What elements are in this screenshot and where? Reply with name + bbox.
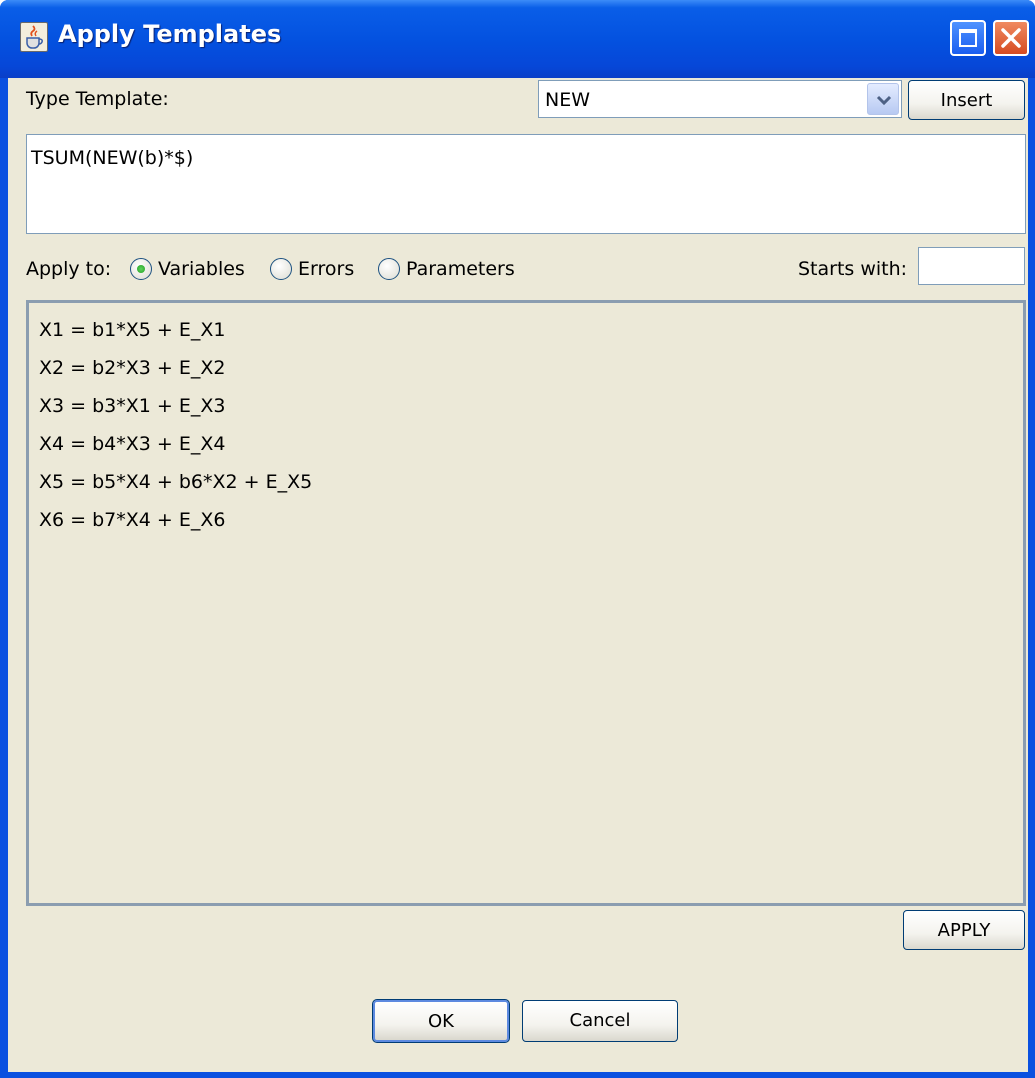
type-template-label: Type Template: (26, 88, 169, 110)
java-cup-icon (20, 22, 48, 52)
window-title: Apply Templates (58, 20, 282, 48)
equation-line: X1 = b1*X5 + E_X1 (39, 319, 226, 341)
cancel-button[interactable]: Cancel (522, 1000, 678, 1042)
radio-selected-dot (137, 265, 145, 273)
insert-button[interactable]: Insert (908, 80, 1025, 120)
ok-button-label: OK (428, 1011, 454, 1032)
ok-button[interactable]: OK (372, 999, 510, 1043)
radio-parameters[interactable] (378, 258, 400, 280)
insert-button-label: Insert (940, 90, 993, 111)
radio-variables-label[interactable]: Variables (158, 258, 245, 280)
apply-to-label: Apply to: (26, 258, 112, 280)
radio-parameters-label[interactable]: Parameters (406, 258, 515, 280)
radio-errors[interactable] (270, 258, 292, 280)
apply-templates-window: Apply Templates Type Template: NEW Inser… (0, 0, 1035, 1078)
template-select-arrow[interactable] (867, 83, 899, 115)
equation-line: X4 = b4*X3 + E_X4 (39, 433, 226, 455)
equation-line: X3 = b3*X1 + E_X3 (39, 395, 226, 417)
template-select[interactable]: NEW (538, 80, 902, 118)
close-icon (1001, 28, 1021, 48)
template-text: TSUM(NEW(b)*$) (31, 147, 194, 169)
starts-with-input[interactable] (918, 247, 1025, 285)
maximize-icon (959, 29, 977, 47)
equation-line: X5 = b5*X4 + b6*X2 + E_X5 (39, 471, 313, 493)
starts-with-label: Starts with: (798, 258, 908, 280)
radio-errors-label[interactable]: Errors (298, 258, 354, 280)
apply-button-label: APPLY (937, 920, 991, 941)
apply-button[interactable]: APPLY (903, 910, 1025, 950)
template-select-value: NEW (545, 89, 591, 111)
title-bar[interactable]: Apply Templates (0, 0, 1035, 78)
template-text-area[interactable]: TSUM(NEW(b)*$) (26, 134, 1026, 234)
radio-variables[interactable] (130, 258, 152, 280)
dialog-body: Type Template: NEW Insert TSUM(NEW(b)*$)… (8, 78, 1028, 1072)
equation-line: X6 = b7*X4 + E_X6 (39, 509, 226, 531)
close-button[interactable] (993, 20, 1029, 56)
cancel-button-label: Cancel (569, 1010, 631, 1031)
equations-panel[interactable]: X1 = b1*X5 + E_X1 X2 = b2*X3 + E_X2 X3 =… (26, 300, 1026, 906)
maximize-button[interactable] (950, 20, 986, 56)
chevron-down-icon (876, 95, 892, 106)
equation-line: X2 = b2*X3 + E_X2 (39, 357, 226, 379)
